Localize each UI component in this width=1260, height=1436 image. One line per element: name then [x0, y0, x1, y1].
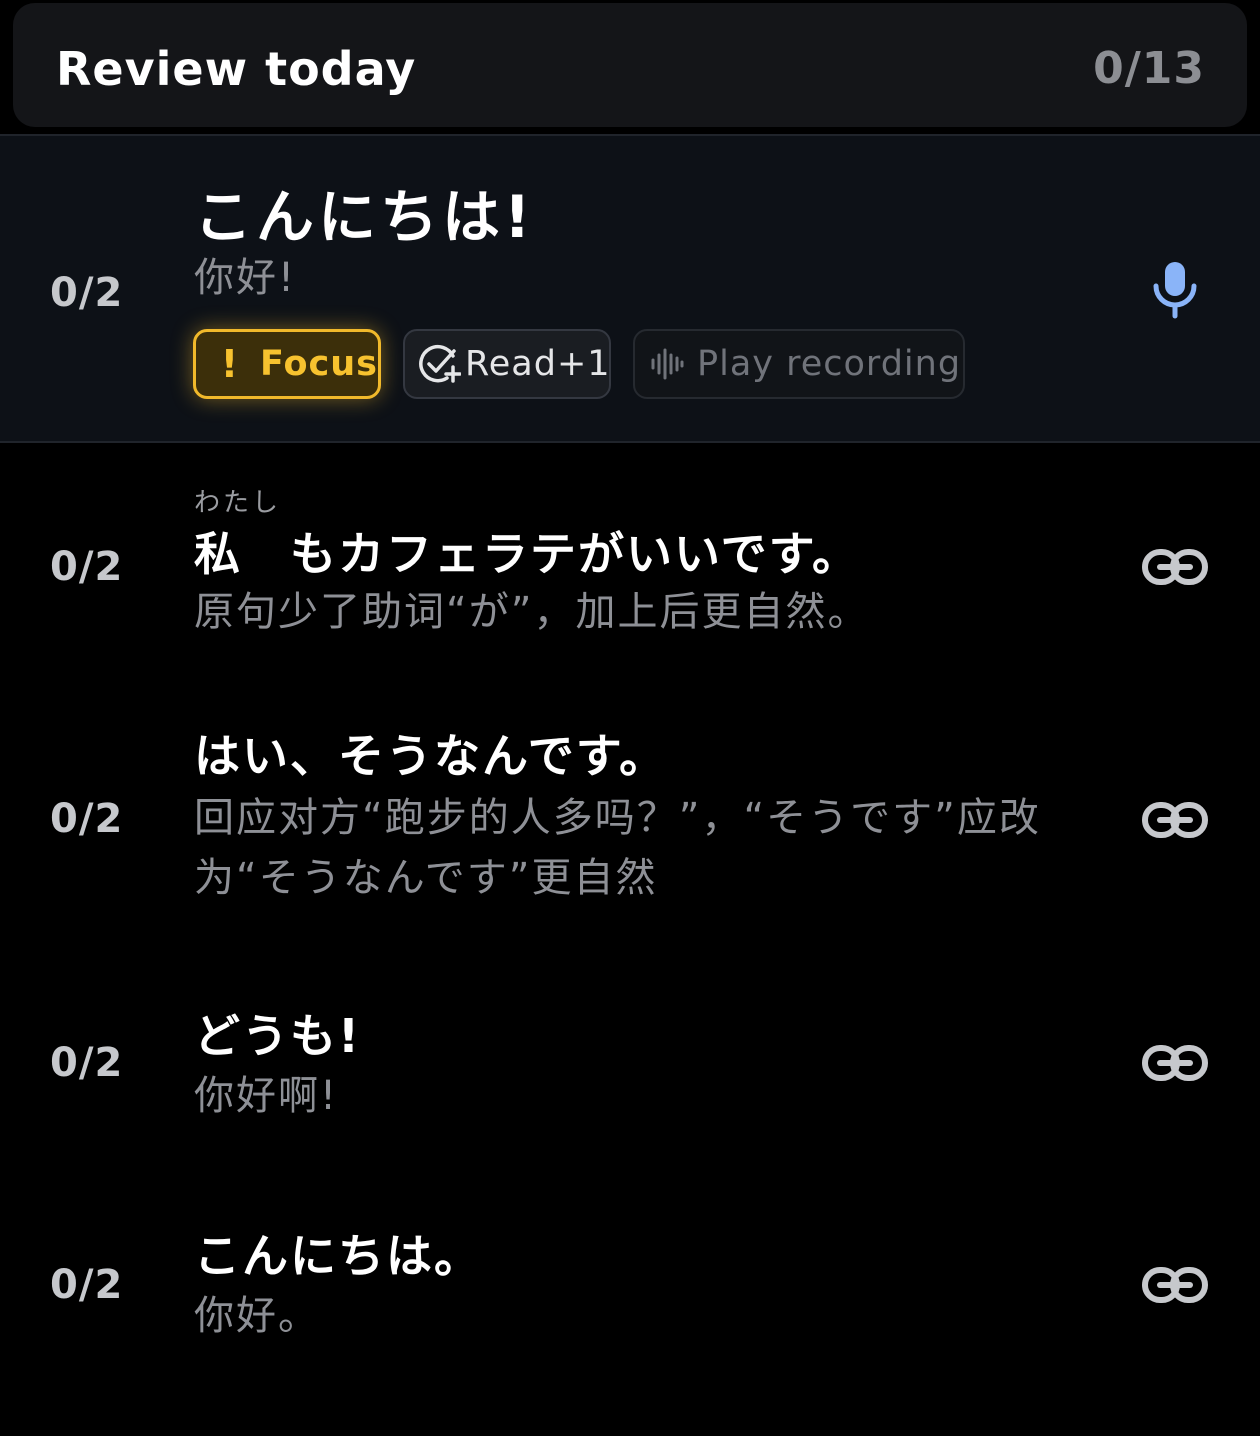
- item-chinese-translation: 原句少了助词“が”，加上后更自然。: [194, 589, 870, 635]
- item-japanese-text: どうも!: [194, 1009, 361, 1063]
- item-furigana: わたし: [194, 488, 282, 518]
- item-progress-count: 0/2: [50, 1262, 124, 1308]
- link-icon[interactable]: [1142, 800, 1208, 840]
- list-item-active[interactable]: 0/2 こんにちは! 你好! ! Focus Read+1 Play recor…: [0, 134, 1260, 443]
- list-item[interactable]: 0/2 はい、そうなんです。 回应对方“跑步的人多吗？”，“そうです”应改 为“…: [0, 700, 1260, 940]
- link-icon[interactable]: [1142, 1043, 1208, 1083]
- link-icon[interactable]: [1142, 1265, 1208, 1305]
- exclamation-icon: !: [220, 342, 240, 386]
- item-chinese-translation: 你好!: [194, 255, 297, 301]
- item-progress-count: 0/2: [50, 544, 124, 590]
- play-recording-label: Play recording: [697, 344, 962, 384]
- item-progress-count: 0/2: [50, 1040, 124, 1086]
- read-label: Read+1: [465, 344, 611, 384]
- review-today-header[interactable]: Review today 0/13: [13, 3, 1247, 127]
- waveform-icon: [651, 348, 684, 380]
- list-item[interactable]: 0/2 こんにちは。 你好。: [0, 1200, 1260, 1380]
- focus-button[interactable]: ! Focus: [193, 329, 381, 399]
- check-circle-plus-icon: [419, 345, 461, 383]
- focus-label: Focus: [259, 344, 378, 384]
- item-japanese-text: はい、そうなんです。: [194, 729, 668, 783]
- item-japanese-text: こんにちは!: [194, 183, 535, 251]
- microphone-icon[interactable]: [1152, 260, 1198, 320]
- header-title: Review today: [56, 42, 417, 96]
- list-item[interactable]: 0/2 わたし 私 もカフェラテがいいです。 原句少了助词“が”，加上后更自然。: [0, 460, 1260, 670]
- link-icon[interactable]: [1142, 547, 1208, 587]
- item-progress-count: 0/2: [50, 270, 124, 316]
- item-japanese-text: 私 もカフェラテがいいです。: [194, 527, 861, 581]
- item-chinese-translation-line1: 回应对方“跑步的人多吗？”，“そうです”应改: [194, 795, 1041, 841]
- header-progress-count: 0/13: [1093, 43, 1205, 94]
- play-recording-button[interactable]: Play recording: [633, 329, 965, 399]
- read-plus-one-button[interactable]: Read+1: [403, 329, 611, 399]
- list-item[interactable]: 0/2 どうも! 你好啊!: [0, 980, 1260, 1160]
- item-chinese-translation-line2: 为“そうなんです”更自然: [194, 855, 658, 901]
- item-chinese-translation: 你好啊!: [194, 1073, 339, 1119]
- item-progress-count: 0/2: [50, 796, 124, 842]
- item-japanese-text: こんにちは。: [194, 1229, 482, 1283]
- item-chinese-translation: 你好。: [194, 1293, 320, 1339]
